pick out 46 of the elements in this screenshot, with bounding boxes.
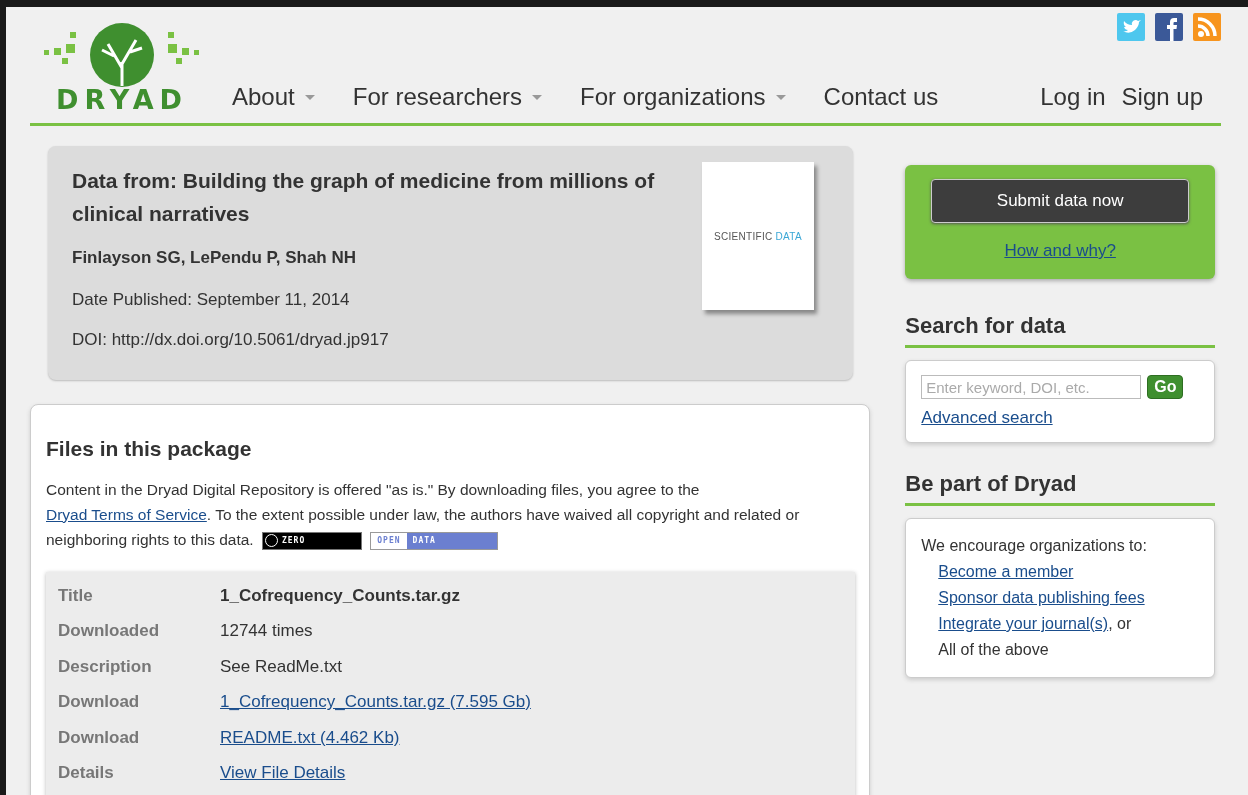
doi-text: DOI: http://dx.doi.org/10.5061/dryad.jp917 (72, 330, 390, 350)
tree-logo-icon (42, 22, 202, 88)
license-notice: Content in the Dryad Digital Repository is offered "as is." By downloading files, you agree to the Dryad Terms of Service. To the extent possible under law, the authors have waived all copyright and related or neighboring rights to this data. ZERO OPEN DATA (46, 480, 801, 552)
field-value: 12744 times (220, 621, 313, 642)
how-and-why-link[interactable]: How and why? (1004, 241, 1116, 261)
intro-text: We encourage organizations to: (921, 536, 1148, 556)
field-value: See ReadMe.txt (220, 656, 342, 677)
submit-data-button[interactable]: Submit data now (931, 179, 1190, 223)
date-published: Date Published: September 11, 2014 (72, 290, 351, 310)
file-link[interactable]: README.txt (4.462 Kb) (220, 727, 400, 748)
bird-icon[interactable] (1117, 13, 1145, 41)
membership-link[interactable]: Sponsor data publishing fees (938, 589, 1145, 606)
list-text: , or (1108, 615, 1132, 632)
account-link[interactable]: Log in (1040, 83, 1106, 111)
field-label: Description (58, 656, 153, 677)
membership-link[interactable]: Integrate your journal(s) (938, 615, 1109, 632)
membership-link[interactable]: Become a member (938, 563, 1074, 580)
sidebar-heading: Search for data (905, 313, 1215, 348)
field-label: Details (58, 763, 115, 784)
nav-link[interactable]: For organizations (580, 83, 786, 111)
cc-zero-badge[interactable]: ZERO (262, 531, 362, 550)
dataset-title: Data from: Building the graph of medicine from millions of clinical narratives (72, 168, 656, 227)
nav-link[interactable]: For researchers (352, 83, 543, 111)
file-title: 1_Cofrequency_Counts.tar.gz (220, 585, 460, 606)
go-button[interactable]: Go (1147, 375, 1184, 399)
nav-link[interactable]: Contact us (823, 83, 939, 111)
field-label: Title (58, 585, 94, 606)
rss-icon[interactable] (1193, 13, 1221, 41)
search-field[interactable]: Enter keyword, DOI, etc. (921, 375, 1142, 399)
nav-link[interactable]: About (232, 83, 315, 111)
logo-wordmark[interactable]: DRYAD (56, 84, 188, 115)
letter-f-icon[interactable] (1155, 13, 1183, 41)
field-label: Download (58, 727, 141, 748)
journal-cover[interactable]: SCIENTIFIC DATA (702, 162, 814, 310)
authors-text: Finlayson SG, LePendu P, Shah NH (72, 248, 358, 268)
account-link[interactable]: Sign up (1121, 83, 1203, 111)
section-heading: Files in this package (46, 437, 253, 461)
field-label: Download (58, 692, 141, 713)
list-text: All of the above (938, 641, 1049, 658)
file-link[interactable]: 1_Cofrequency_Counts.tar.gz (7.595 Gb) (220, 692, 531, 713)
sidebar-heading: Be part of Dryad (905, 471, 1215, 506)
advanced-search-link[interactable]: Advanced search (921, 408, 1053, 427)
field-label: Downloaded (58, 621, 161, 642)
open-data-badge[interactable]: OPEN DATA (370, 531, 499, 550)
terms-link[interactable]: Dryad Terms of Service (46, 506, 207, 523)
file-link[interactable]: View File Details (220, 763, 346, 784)
